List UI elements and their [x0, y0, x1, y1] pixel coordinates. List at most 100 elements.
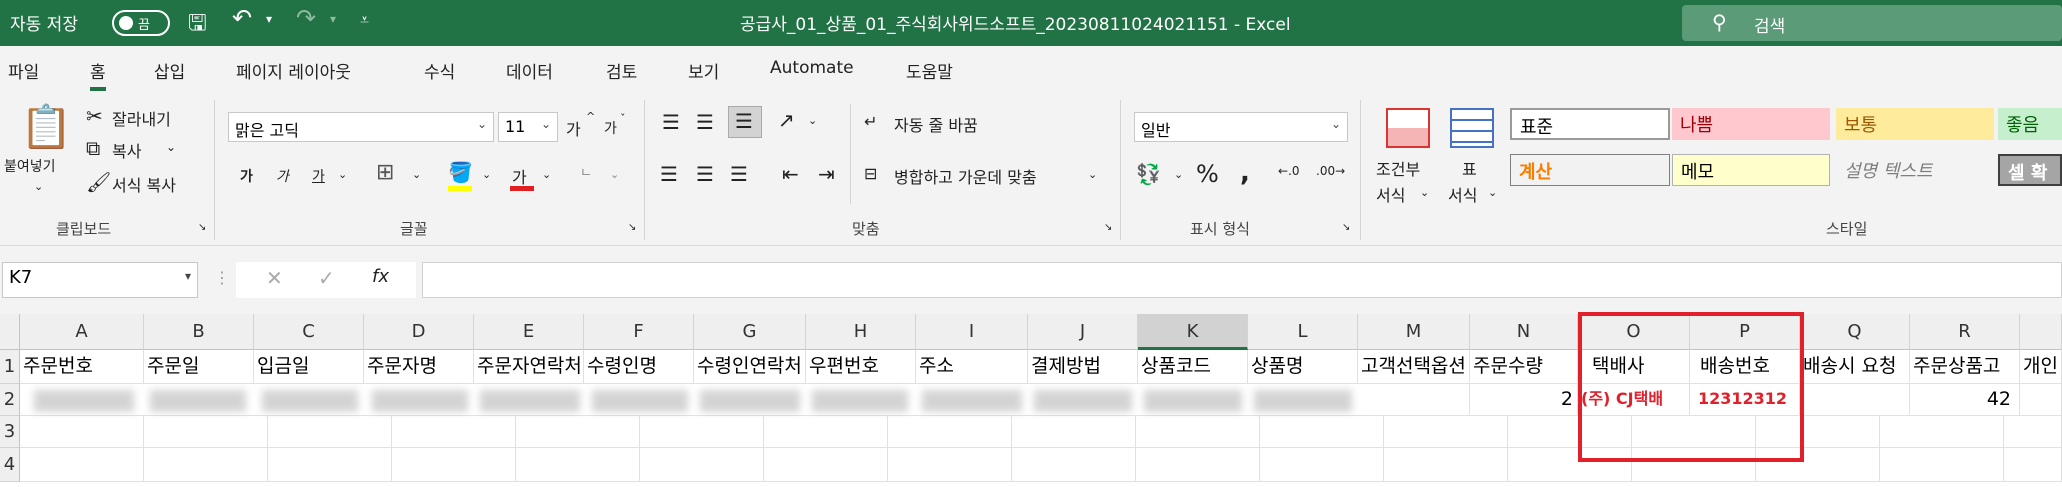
header-cell-q1[interactable]: 배송시 요청: [1800, 350, 1910, 384]
cell-m2[interactable]: [1358, 384, 1470, 416]
header-cell-a1[interactable]: 주문번호: [20, 350, 144, 384]
header-cell-j1[interactable]: 결제방법: [1028, 350, 1138, 384]
header-cell-l1[interactable]: 상품명: [1248, 350, 1358, 384]
accounting-format-icon[interactable]: 💱: [1136, 162, 1161, 186]
orientation-icon[interactable]: ↗: [778, 108, 795, 132]
format-as-table-line2[interactable]: 서식: [1448, 182, 1477, 206]
cell-s2[interactable]: [2020, 384, 2062, 416]
format-as-table-dropdown-icon[interactable]: ⌄: [1488, 186, 1497, 199]
tab-review[interactable]: 검토: [606, 58, 637, 83]
conditional-format-line2[interactable]: 서식: [1376, 182, 1405, 206]
column-header-q[interactable]: Q: [1800, 314, 1910, 350]
insert-function-button[interactable]: fx: [372, 266, 389, 287]
alignment-launcher-icon[interactable]: ↘: [1104, 222, 1112, 233]
accounting-dropdown-icon[interactable]: ⌄: [1174, 168, 1183, 181]
column-header-i[interactable]: I: [916, 314, 1028, 350]
align-middle-icon[interactable]: ☰: [696, 110, 714, 134]
font-color-button[interactable]: 가: [512, 164, 527, 188]
tab-view[interactable]: 보기: [688, 58, 719, 83]
copy-button[interactable]: 복사: [112, 138, 141, 162]
format-as-table-line1[interactable]: 표: [1462, 156, 1477, 180]
tab-page-layout[interactable]: 페이지 레이아웃: [236, 58, 351, 83]
fill-color-dropdown-icon[interactable]: ⌄: [482, 168, 491, 181]
tab-automate[interactable]: Automate: [770, 58, 854, 78]
redo-icon[interactable]: ↷: [296, 4, 316, 32]
column-header-j[interactable]: J: [1028, 314, 1138, 350]
tab-insert[interactable]: 삽입: [154, 58, 185, 83]
borders-dropdown-icon[interactable]: ⌄: [412, 168, 421, 181]
header-cell-e1[interactable]: 주문자연락처: [474, 350, 584, 384]
column-header-b[interactable]: B: [144, 314, 254, 350]
style-note[interactable]: 메모: [1672, 154, 1830, 186]
spreadsheet-grid[interactable]: A B C D E F G H I J K L M N O P Q R 1 2 …: [0, 312, 2062, 487]
paste-icon[interactable]: 📋: [20, 102, 72, 152]
undo-icon[interactable]: ↶: [232, 4, 252, 32]
paste-label[interactable]: 붙여넣기: [4, 156, 56, 176]
align-top-icon[interactable]: ☰: [662, 110, 680, 134]
column-header-g[interactable]: G: [694, 314, 806, 350]
tab-formulas[interactable]: 수식: [424, 58, 455, 83]
header-cell-d1[interactable]: 주문자명: [364, 350, 474, 384]
enter-icon[interactable]: ✓: [318, 266, 335, 290]
decrease-indent-icon[interactable]: ⇤: [782, 162, 799, 186]
style-calculation[interactable]: 계산: [1510, 154, 1670, 186]
column-header-l[interactable]: L: [1248, 314, 1358, 350]
column-header-h[interactable]: H: [806, 314, 916, 350]
row-header-1[interactable]: 1: [0, 350, 20, 384]
header-cell-n1[interactable]: 주문수량: [1470, 350, 1578, 384]
italic-button[interactable]: 가: [276, 166, 289, 186]
header-cell-g1[interactable]: 수령인연락처: [694, 350, 806, 384]
decrease-decimal-icon[interactable]: .00→: [1316, 164, 1345, 178]
header-cell-m1[interactable]: 고객선택옵션: [1358, 350, 1470, 384]
column-header-f[interactable]: F: [584, 314, 694, 350]
customize-quick-access-icon[interactable]: ⩡: [360, 10, 369, 30]
header-cell-h1[interactable]: 우편번호: [806, 350, 916, 384]
underline-dropdown-icon[interactable]: ⌄: [338, 168, 347, 181]
format-painter-button[interactable]: 서식 복사: [112, 172, 176, 196]
column-header-k[interactable]: K: [1138, 314, 1248, 350]
borders-icon[interactable]: ⊞: [376, 160, 394, 185]
phonetic-dropdown-icon[interactable]: ⌄: [610, 168, 619, 181]
number-format-combo[interactable]: 일반 ⌄: [1134, 112, 1348, 142]
font-size-combo[interactable]: 11 ⌄: [498, 112, 558, 142]
style-bad[interactable]: 나쁨: [1672, 108, 1830, 140]
column-header-r[interactable]: R: [1910, 314, 2020, 350]
merge-dropdown-icon[interactable]: ⌄: [1088, 168, 1097, 181]
cut-button[interactable]: 잘라내기: [112, 106, 171, 130]
formula-input[interactable]: [422, 262, 2062, 298]
column-header-a[interactable]: A: [20, 314, 144, 350]
header-cell-c1[interactable]: 입금일: [254, 350, 364, 384]
column-header-d[interactable]: D: [364, 314, 474, 350]
font-color-dropdown-icon[interactable]: ⌄: [542, 168, 551, 181]
merge-center-button[interactable]: 병합하고 가운데 맞춤: [894, 164, 1037, 188]
redo-dropdown-icon[interactable]: ▾: [330, 12, 336, 26]
number-launcher-icon[interactable]: ↘: [1342, 222, 1350, 233]
style-neutral[interactable]: 보통: [1836, 108, 1994, 140]
header-cell-i1[interactable]: 주소: [916, 350, 1028, 384]
conditional-format-dropdown-icon[interactable]: ⌄: [1420, 186, 1429, 199]
underline-button[interactable]: 가: [312, 166, 325, 186]
header-cell-s1[interactable]: 개인: [2020, 350, 2062, 384]
column-header-n[interactable]: N: [1470, 314, 1578, 350]
style-explanatory[interactable]: 설명 텍스트: [1836, 154, 1994, 186]
header-cell-b1[interactable]: 주문일: [144, 350, 254, 384]
shrink-font-button[interactable]: 가: [604, 118, 617, 138]
tab-file[interactable]: 파일: [8, 58, 39, 83]
header-cell-k1[interactable]: 상품코드: [1138, 350, 1248, 384]
header-cell-r1[interactable]: 주문상품고: [1910, 350, 2020, 384]
row-header-4[interactable]: 4: [0, 448, 20, 482]
column-header-s[interactable]: [2020, 314, 2062, 350]
tab-data[interactable]: 데이터: [506, 58, 553, 83]
save-icon[interactable]: 🖫: [188, 6, 207, 44]
grow-font-button[interactable]: 가: [566, 116, 581, 140]
cell-q2[interactable]: [1800, 384, 1910, 416]
undo-dropdown-icon[interactable]: ▾: [266, 12, 272, 26]
font-launcher-icon[interactable]: ↘: [628, 222, 636, 233]
style-check-cell[interactable]: 셀 확: [1998, 154, 2062, 186]
name-box[interactable]: K7 ▾: [2, 262, 198, 298]
conditional-format-line1[interactable]: 조건부: [1376, 156, 1420, 180]
wrap-text-button[interactable]: 자동 줄 바꿈: [894, 112, 978, 136]
bold-button[interactable]: 가: [240, 166, 253, 186]
phonetic-icon[interactable]: ㄴ: [580, 162, 592, 181]
increase-decimal-icon[interactable]: ←.0: [1278, 164, 1300, 178]
